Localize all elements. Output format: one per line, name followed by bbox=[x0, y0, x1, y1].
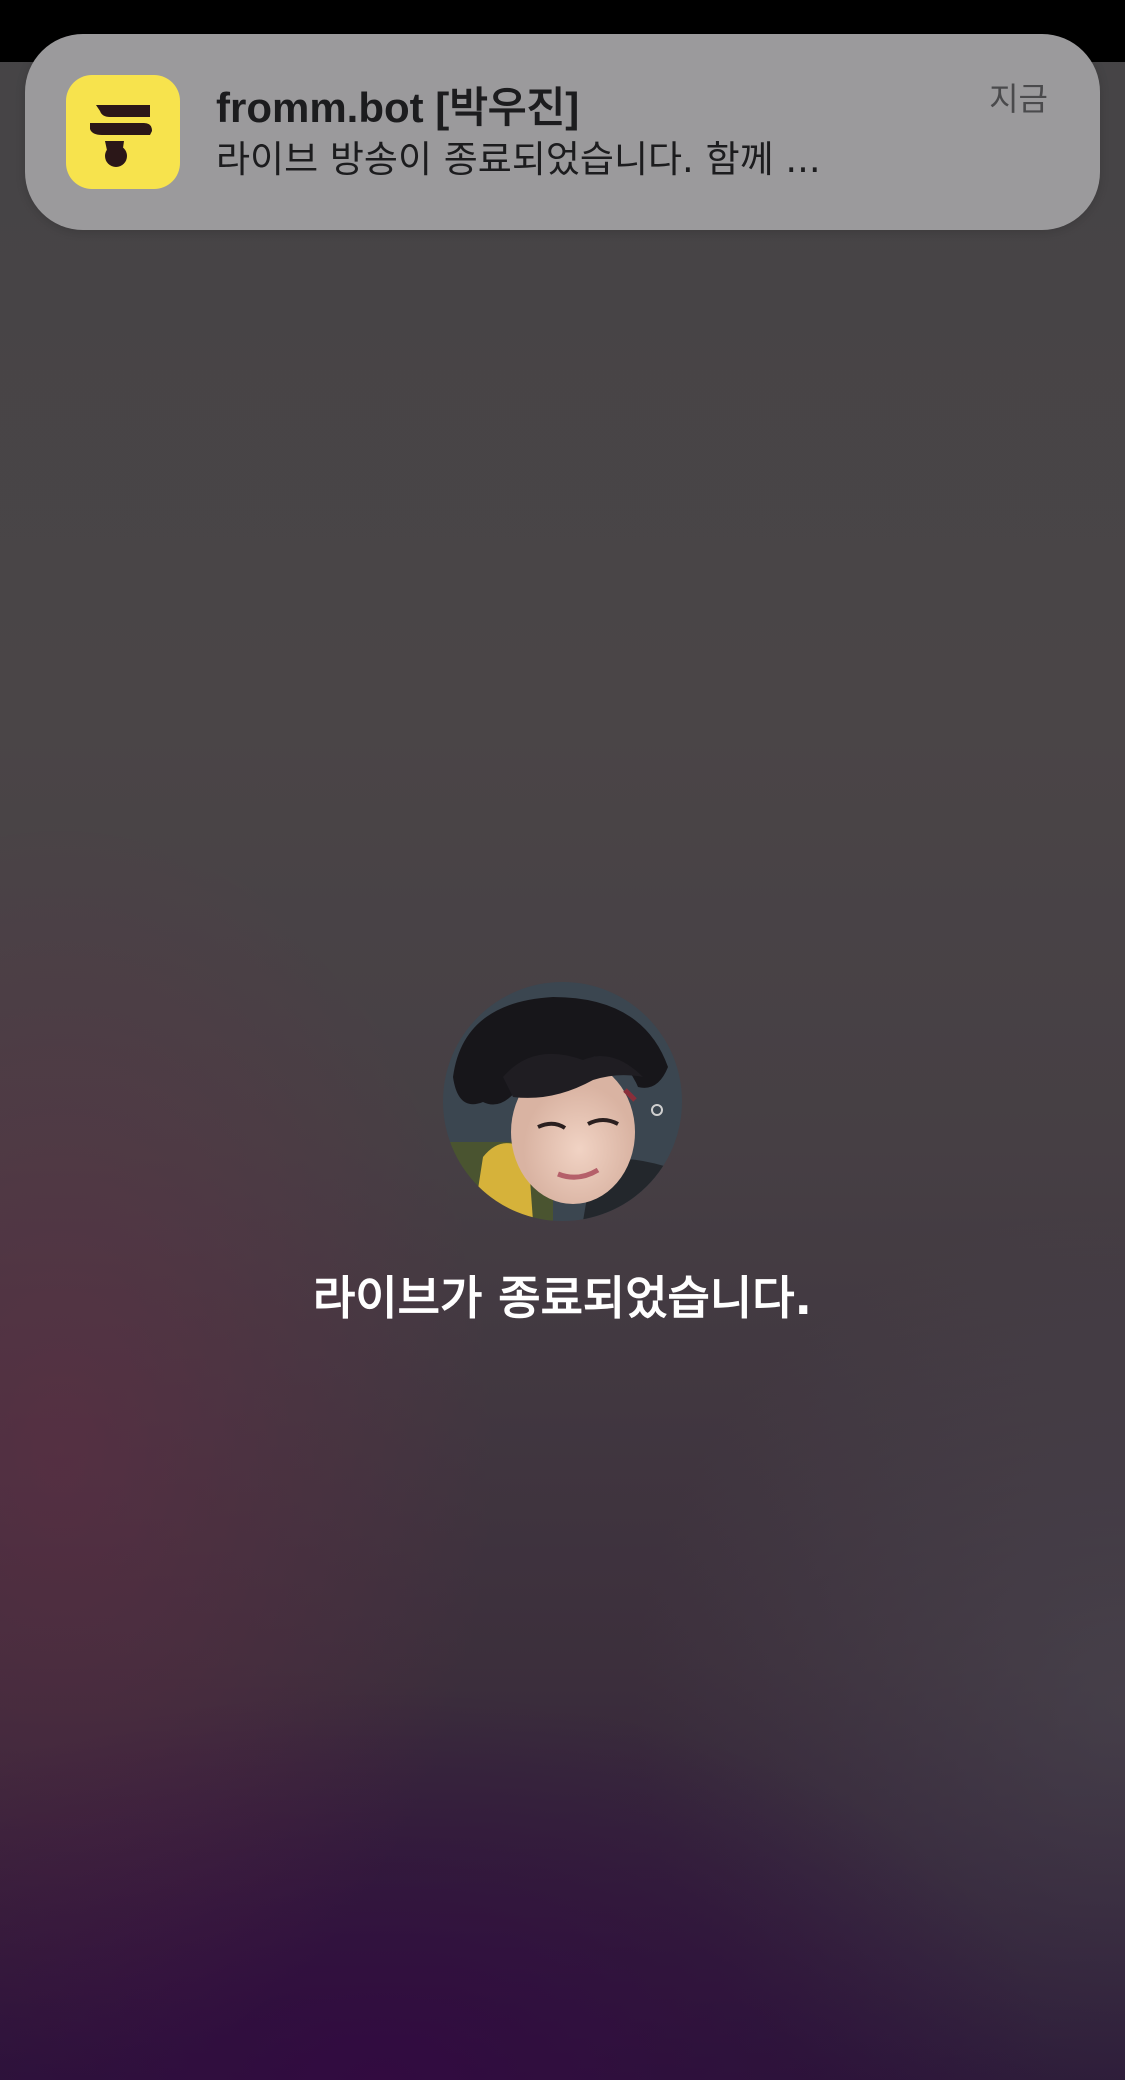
profile-avatar bbox=[443, 982, 682, 1221]
notification-body: 라이브 방송이 종료되었습니다. 함께 ... bbox=[216, 138, 821, 181]
notification-banner[interactable]: fromm.bot [박우진] 라이브 방송이 종료되었습니다. 함께 ... … bbox=[25, 34, 1100, 230]
fromm-logo-icon bbox=[66, 75, 180, 189]
notification-title: fromm.bot [박우진] bbox=[216, 84, 580, 131]
live-ended-message: 라이브가 종료되었습니다. bbox=[312, 1271, 812, 1325]
notification-time: 지금 bbox=[989, 80, 1048, 118]
